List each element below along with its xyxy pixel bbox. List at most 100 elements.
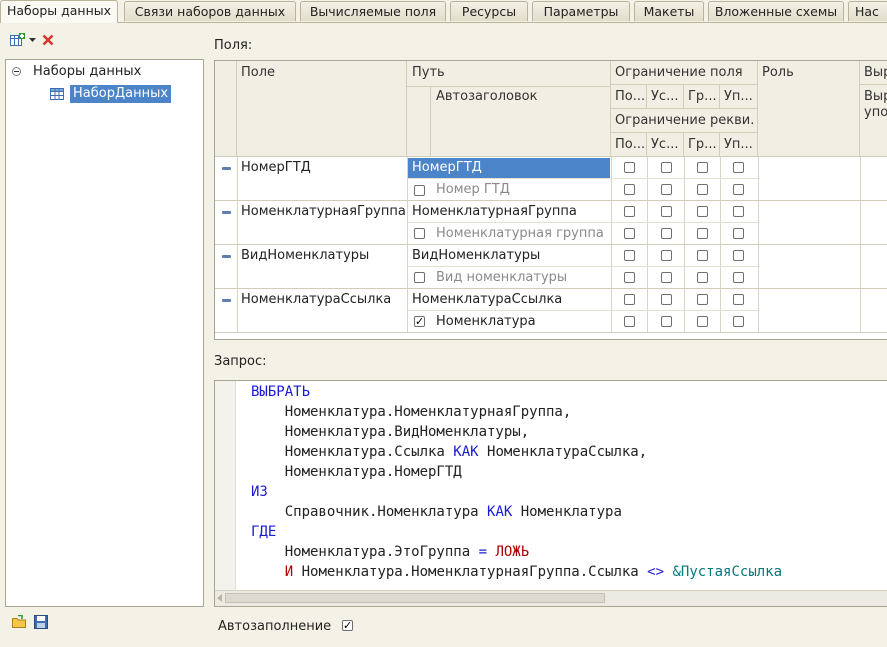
- restrict-checkbox[interactable]: [661, 206, 672, 217]
- query-label: Запрос:: [214, 354, 267, 369]
- autotitle-checkbox[interactable]: [414, 185, 425, 196]
- restrict-checkbox[interactable]: [697, 250, 708, 261]
- tab-calculated-fields[interactable]: Вычисляемые поля: [300, 1, 446, 21]
- restrict-attr-checkbox[interactable]: [733, 272, 744, 283]
- restrict-attr-checkbox[interactable]: [697, 316, 708, 327]
- column-header-autotitle-label: Автозаголовок: [436, 89, 538, 104]
- restrict-checkbox[interactable]: [624, 162, 635, 173]
- tab-data-sets[interactable]: Наборы данных: [0, 0, 118, 23]
- query-line: Номенклатура.Ссылка: [251, 444, 454, 460]
- save-icon[interactable]: [34, 615, 48, 629]
- restrict-attr-checkbox[interactable]: [733, 316, 744, 327]
- fields-grid[interactable]: Поле Путь Автозаголовок Ограничение поля…: [214, 60, 887, 340]
- title-value: Номер ГТД: [436, 182, 510, 197]
- column-header-path-label: Путь: [412, 65, 445, 80]
- column-header-expression-label: Выр: [864, 65, 887, 80]
- delete-icon[interactable]: [42, 34, 54, 46]
- field-name: НомерГТД: [241, 160, 311, 175]
- collapse-icon[interactable]: [12, 67, 21, 76]
- restrict-checkbox[interactable]: [661, 294, 672, 305]
- query-line: Номенклатура.ВидНоменклатуры,: [251, 424, 530, 440]
- autofill-checkbox[interactable]: ✓: [342, 620, 353, 631]
- editor-gutter: [215, 381, 236, 591]
- keyword-as: КАК: [453, 444, 479, 460]
- query-indent: [251, 564, 285, 580]
- restrict-checkbox[interactable]: [733, 206, 744, 217]
- autotitle-checkbox[interactable]: [414, 228, 425, 239]
- restrict-attr-checkbox[interactable]: [733, 228, 744, 239]
- column-header-restrict-attr-label: Ограничение рекви...: [615, 113, 755, 128]
- path-value: НоменклатураСсылка: [412, 292, 563, 307]
- restrict-checkbox[interactable]: [733, 250, 744, 261]
- restrict-attr-checkbox[interactable]: [624, 316, 635, 327]
- r2-1-label: Ус...: [651, 137, 679, 152]
- tab-layouts[interactable]: Макеты: [634, 1, 704, 21]
- grid-hline: [215, 200, 887, 201]
- restrict-attr-checkbox[interactable]: [661, 316, 672, 327]
- tab-resources[interactable]: Ресурсы: [450, 1, 528, 21]
- grid-hline: [408, 178, 760, 179]
- chevron-down-icon[interactable]: [29, 38, 36, 43]
- restrict-checkbox[interactable]: [624, 294, 635, 305]
- r1-1-label: Ус...: [651, 89, 679, 104]
- restrict-checkbox[interactable]: [624, 250, 635, 261]
- field-name: ВидНоменклатуры: [241, 248, 370, 263]
- restrict-checkbox[interactable]: [697, 294, 708, 305]
- scrollbar-thumb[interactable]: [225, 593, 605, 603]
- grid-vline: [237, 157, 238, 333]
- restrict-checkbox[interactable]: [697, 162, 708, 173]
- grid-vline: [720, 157, 721, 333]
- add-data-set-icon[interactable]: [10, 33, 28, 47]
- restrict-attr-checkbox[interactable]: [697, 228, 708, 239]
- tab-nested-schemas[interactable]: Вложенные схемы: [708, 1, 844, 21]
- restrict-checkbox[interactable]: [661, 162, 672, 173]
- restrict-attr-checkbox[interactable]: [661, 272, 672, 283]
- title-value: Номенклатура: [436, 314, 536, 329]
- operator-not-equal: <>: [647, 564, 665, 580]
- open-folder-icon[interactable]: [12, 615, 26, 628]
- query-text[interactable]: ВЫБРАТЬ Номенклатура.НоменклатурнаяГрупп…: [251, 381, 782, 580]
- query-editor[interactable]: ВЫБРАТЬ Номенклатура.НоменклатурнаяГрупп…: [214, 380, 887, 607]
- restrict-attr-checkbox[interactable]: [624, 228, 635, 239]
- query-line: Номенклатура: [512, 504, 622, 520]
- column-header-order-label-2: упо: [864, 105, 887, 120]
- restrict-checkbox[interactable]: [733, 162, 744, 173]
- query-line: Номенклатура.ЭтоГруппа: [251, 544, 479, 560]
- tab-settings[interactable]: Нас: [848, 1, 887, 21]
- grid-hline: [215, 244, 887, 245]
- query-line: НоменклатураСсылка,: [478, 444, 648, 460]
- scroll-left-icon[interactable]: [217, 594, 223, 602]
- grid-vline: [647, 157, 648, 333]
- restrict-checkbox[interactable]: [661, 250, 672, 261]
- r2-3-label: Уп...: [724, 137, 753, 152]
- column-header-role-label: Роль: [762, 65, 794, 80]
- column-header-field-label: Поле: [241, 65, 276, 80]
- restrict-attr-checkbox[interactable]: [697, 272, 708, 283]
- restrict-attr-checkbox[interactable]: [733, 184, 744, 195]
- data-sets-tree[interactable]: Наборы данных НаборДанных: [5, 59, 204, 607]
- restrict-attr-checkbox[interactable]: [624, 184, 635, 195]
- restrict-attr-checkbox[interactable]: [661, 184, 672, 195]
- row-marker-icon: [222, 255, 231, 258]
- restrict-checkbox[interactable]: [624, 206, 635, 217]
- query-line: Справочник.Номенклатура: [251, 504, 488, 520]
- restrict-attr-checkbox[interactable]: [624, 272, 635, 283]
- restrict-attr-checkbox[interactable]: [661, 228, 672, 239]
- restrict-attr-checkbox[interactable]: [697, 184, 708, 195]
- field-name: НоменклатураСсылка: [241, 292, 392, 307]
- r1-0-label: По...: [615, 89, 646, 104]
- grid-hline: [408, 266, 760, 267]
- query-line: Номенклатура.НомерГТД: [251, 464, 462, 480]
- horizontal-scrollbar[interactable]: [215, 590, 887, 606]
- path-value: НоменклатурнаяГруппа: [412, 204, 577, 219]
- grid-header-corner: [215, 61, 237, 157]
- restrict-checkbox[interactable]: [697, 206, 708, 217]
- autotitle-checkbox-checked[interactable]: ✓: [414, 316, 425, 327]
- restrict-checkbox[interactable]: [733, 294, 744, 305]
- row-marker-icon: [222, 211, 231, 214]
- tab-parameters[interactable]: Параметры: [532, 1, 630, 21]
- autotitle-checkbox[interactable]: [414, 272, 425, 283]
- grid-vline: [407, 157, 408, 333]
- tab-data-set-links[interactable]: Связи наборов данных: [124, 1, 296, 21]
- tree-child-label: НаборДанных: [70, 85, 172, 103]
